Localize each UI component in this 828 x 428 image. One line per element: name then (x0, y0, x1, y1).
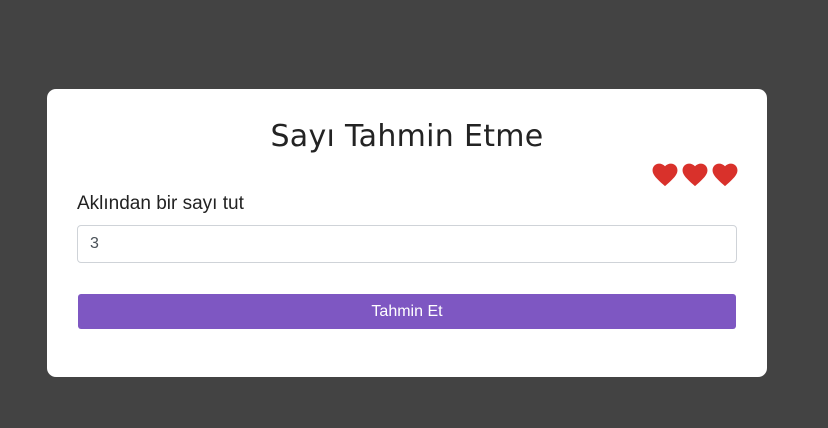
heart-icon (712, 163, 738, 187)
page-title: Sayı Tahmin Etme (270, 119, 544, 154)
heart-icon (652, 163, 678, 187)
heart-icon (682, 163, 708, 187)
guess-button[interactable]: Tahmin Et (78, 294, 736, 329)
guess-input[interactable] (77, 225, 737, 263)
guess-label: Aklından bir sayı tut (77, 193, 244, 214)
game-card: Sayı Tahmin Etme Aklından bir sayı tut T… (47, 89, 767, 377)
lives-indicator (652, 163, 738, 187)
